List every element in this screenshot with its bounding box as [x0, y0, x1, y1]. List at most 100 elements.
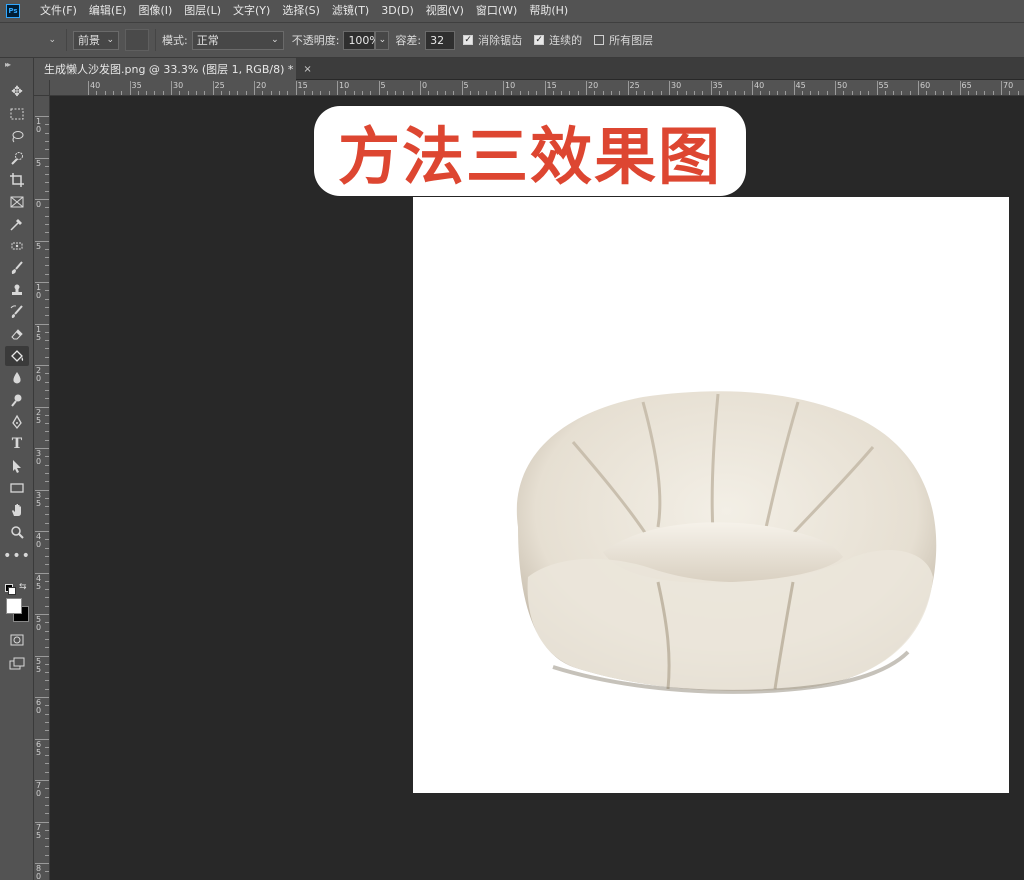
rectangle-icon[interactable]	[5, 478, 29, 498]
contiguous-option[interactable]: ✓ 连续的	[534, 32, 582, 48]
swap-colors-icon[interactable]: ⇆	[19, 582, 27, 592]
ruler-label: 40	[754, 81, 765, 90]
fill-source-dropdown[interactable]: 前景 ⌄	[73, 30, 119, 50]
quick-mask-icon[interactable]	[5, 630, 29, 650]
antialias-checkbox[interactable]: ✓	[463, 35, 474, 45]
ruler-minor-tick	[727, 91, 729, 95]
move-icon[interactable]: ✥	[5, 82, 29, 102]
document-tab-title: 生成懒人沙发图.png @ 33.3% (图层 1, RGB/8) *	[44, 63, 294, 76]
opacity-dropdown[interactable]: ⌄	[375, 30, 390, 50]
frame-icon[interactable]	[5, 192, 29, 212]
all-layers-checkbox[interactable]	[594, 35, 605, 45]
horizontal-ruler[interactable]: 40 35 30 25 20 15 10 5 0 5 10 15 20 25 30 35 40 45 50 55 60 6…	[50, 80, 1024, 96]
path-select-icon[interactable]	[5, 456, 29, 476]
ruler-minor-tick	[45, 713, 49, 715]
history-brush-icon[interactable]	[5, 302, 29, 322]
brush-icon[interactable]	[5, 258, 29, 278]
more-icon[interactable]: •••	[3, 546, 30, 566]
ruler-minor-tick	[743, 91, 745, 95]
ruler-minor-tick	[403, 91, 405, 95]
all-layers-option[interactable]: 所有图层	[594, 32, 653, 48]
menu-help[interactable]: 帮助(H)	[523, 0, 574, 22]
pattern-picker[interactable]	[125, 29, 149, 51]
panel-collapse-icon[interactable]: ▸▸	[5, 60, 11, 69]
ruler-label: 55	[878, 81, 889, 90]
hand-icon[interactable]	[5, 500, 29, 520]
canvas-workspace[interactable]	[50, 96, 1024, 880]
ruler-minor-tick	[851, 91, 853, 95]
ruler-minor-tick	[137, 91, 139, 95]
ruler-label: 45	[36, 573, 42, 591]
blur-icon[interactable]	[5, 368, 29, 388]
default-colors-icon[interactable]	[5, 584, 16, 595]
foreground-color-swatch[interactable]	[6, 598, 22, 614]
ruler-minor-tick	[45, 373, 49, 375]
menu-type[interactable]: 文字(Y)	[227, 0, 276, 22]
ruler-minor-tick	[229, 91, 231, 95]
ruler-tick	[35, 614, 49, 615]
menu-image[interactable]: 图像(I)	[132, 0, 178, 22]
ruler-minor-tick	[45, 306, 49, 308]
tolerance-input[interactable]: 32	[425, 30, 456, 50]
menu-edit[interactable]: 编辑(E)	[83, 0, 133, 22]
menu-filter[interactable]: 滤镜(T)	[326, 0, 375, 22]
menu-file[interactable]: 文件(F)	[28, 0, 83, 22]
menu-window[interactable]: 窗口(W)	[470, 0, 523, 22]
ruler-minor-tick	[45, 223, 49, 225]
ruler-label: 50	[837, 81, 848, 90]
ruler-minor-tick	[942, 91, 944, 95]
ruler-minor-tick	[45, 439, 49, 441]
opacity-input[interactable]: 100%	[343, 30, 380, 50]
contiguous-checkbox[interactable]: ✓	[534, 35, 545, 45]
ruler-tick	[669, 81, 670, 95]
marquee-icon[interactable]	[5, 104, 29, 124]
tool-preset-chevron-icon[interactable]: ⌄	[48, 35, 56, 45]
dodge-icon[interactable]	[5, 390, 29, 410]
vertical-ruler[interactable]: 10 5 0 5 10 15 20 25 30 35 40 45 50 55 60 65 70 75 80	[34, 96, 50, 880]
ruler-minor-tick	[901, 91, 903, 95]
ruler-minor-tick	[45, 348, 49, 350]
ruler-minor-tick	[45, 555, 49, 557]
ruler-minor-tick	[45, 630, 49, 632]
document-canvas[interactable]	[413, 197, 1009, 793]
ruler-minor-tick	[652, 91, 654, 95]
ruler-minor-tick	[195, 91, 197, 95]
ruler-minor-tick	[577, 91, 579, 95]
lasso-icon[interactable]	[5, 126, 29, 146]
ruler-tick	[876, 81, 878, 95]
ruler-minor-tick	[45, 522, 49, 524]
antialias-option[interactable]: ✓ 消除锯齿	[463, 32, 522, 48]
pen-icon[interactable]	[5, 412, 29, 432]
ruler-minor-tick	[45, 564, 49, 566]
quick-select-icon[interactable]	[5, 148, 29, 168]
photoshop-logo-icon[interactable]: Ps	[6, 4, 20, 18]
ruler-minor-tick	[45, 472, 49, 474]
eraser-icon[interactable]	[5, 324, 29, 344]
ruler-minor-tick	[569, 91, 571, 95]
menu-select[interactable]: 选择(S)	[276, 0, 326, 22]
ruler-corner[interactable]	[34, 80, 50, 96]
zoom-icon[interactable]	[5, 522, 29, 542]
menu-3d[interactable]: 3D(D)	[375, 0, 420, 22]
eyedropper-icon[interactable]	[5, 214, 29, 234]
separator	[155, 29, 156, 51]
ruler-minor-tick	[976, 91, 978, 95]
ruler-minor-tick	[45, 207, 49, 209]
screen-mode-icon[interactable]	[5, 654, 29, 674]
ruler-tick	[752, 81, 753, 95]
ruler-label: 30	[36, 449, 42, 466]
menu-layer[interactable]: 图层(L)	[178, 0, 227, 22]
ruler-minor-tick	[45, 506, 49, 508]
crop-icon[interactable]	[5, 170, 29, 190]
stamp-icon[interactable]	[5, 280, 29, 300]
menu-view[interactable]: 视图(V)	[420, 0, 470, 22]
ruler-minor-tick	[45, 663, 49, 665]
healing-icon[interactable]	[5, 236, 29, 256]
blend-mode-dropdown[interactable]: 正常 ⌄	[191, 30, 284, 50]
close-icon[interactable]: ×	[303, 64, 311, 75]
document-tab[interactable]: 生成懒人沙发图.png @ 33.3% (图层 1, RGB/8) * ×	[34, 58, 312, 80]
type-icon[interactable]: T	[5, 434, 29, 454]
paint-bucket-icon[interactable]	[5, 346, 29, 366]
ruler-label: 0	[422, 81, 428, 90]
ruler-minor-tick	[45, 838, 49, 840]
